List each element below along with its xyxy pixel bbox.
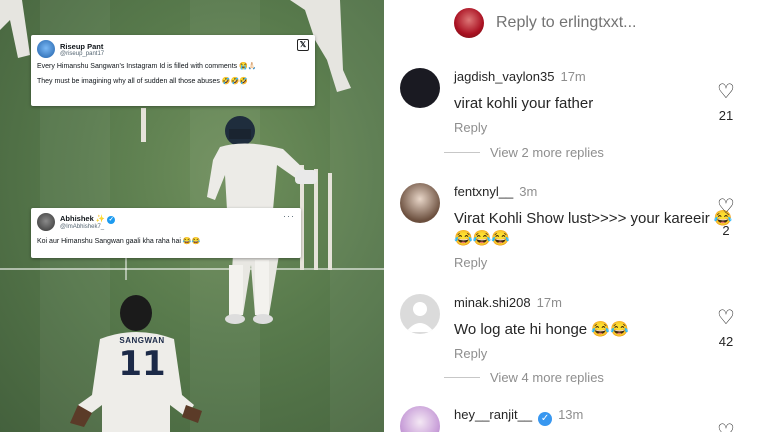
- view-more-replies[interactable]: View 4 more replies: [444, 370, 604, 385]
- comment-time: 17m: [536, 295, 562, 310]
- like-heart-icon[interactable]: ♡: [716, 82, 736, 102]
- stump-far: [141, 108, 146, 142]
- comment-item: fentxnyl__ 3m Virat Kohli Show lust>>>> y…: [400, 183, 760, 273]
- like-heart-icon[interactable]: ♡: [716, 197, 736, 217]
- reply-button[interactable]: Reply: [454, 120, 734, 135]
- tweet-card[interactable]: Abhishek ✨ ✓ @ImAbhishek7_ ··· Koi aur H…: [31, 208, 301, 258]
- comment-username[interactable]: jagdish_vaylon35: [454, 69, 554, 84]
- view-more-replies-label: View 4 more replies: [490, 370, 604, 385]
- tweet-author-handle: @riseup_pant17: [60, 50, 105, 57]
- tweet-text: Koi aur Himanshu Sangwan gaali kha raha …: [37, 238, 201, 245]
- avatar[interactable]: [400, 183, 440, 223]
- comment-text: virat kohli your father: [454, 95, 594, 112]
- avatar: [454, 8, 484, 38]
- reply-input[interactable]: Reply to erlingtxxt...: [496, 14, 637, 32]
- reply-bar[interactable]: Reply to erlingtxxt...: [454, 8, 637, 38]
- avatar[interactable]: [400, 68, 440, 108]
- comments-panel: Reply to erlingtxxt... jagdish_vaylon35 1…: [384, 0, 768, 432]
- tweet-text: They must be imagining why all of sudden…: [37, 78, 248, 85]
- like-heart-icon[interactable]: ♡: [716, 308, 736, 328]
- comment-item: jagdish_vaylon35 17m virat kohli your fat…: [400, 68, 760, 138]
- avatar: [37, 40, 55, 58]
- comment-text: Wo log ate hi honge 😂😂: [454, 321, 629, 338]
- avatar: [37, 213, 55, 231]
- default-avatar-icon[interactable]: [400, 294, 440, 334]
- divider: [444, 152, 480, 153]
- comment-username[interactable]: hey__ranjit__: [454, 407, 532, 422]
- like-count: 42: [718, 334, 734, 349]
- more-options-icon[interactable]: ···: [283, 211, 295, 221]
- comment-time: 13m: [558, 407, 584, 422]
- tweet-author-handle: @ImAbhishek7_: [60, 223, 105, 230]
- verified-badge-icon: ✓: [538, 412, 553, 426]
- comment-item: hey__ranjit__ ✓ 13m ♡: [400, 406, 760, 432]
- match-photo: SANGWAN 11 Riseup Pant @riseup_pant17 𝕏 …: [0, 0, 384, 432]
- like-count: 2: [722, 223, 730, 238]
- view-more-replies[interactable]: View 2 more replies: [444, 145, 604, 160]
- reply-button[interactable]: Reply: [454, 346, 734, 361]
- tweet-author-emoji: ✨: [95, 214, 106, 224]
- comment-item: minak.shi208 17m Wo log ate hi honge 😂😂 R…: [400, 294, 760, 364]
- verified-badge-icon: ✓: [107, 215, 116, 224]
- avatar[interactable]: [400, 406, 440, 432]
- comment-username[interactable]: fentxnyl__: [454, 184, 513, 199]
- comment-text: Virat Kohli Show lust>>>> your kareeir 😂…: [454, 210, 733, 247]
- tweet-author-name: Riseup Pant: [60, 41, 104, 51]
- like-heart-icon[interactable]: ♡: [716, 422, 736, 432]
- tweet-card[interactable]: Riseup Pant @riseup_pant17 𝕏 Every Himan…: [31, 35, 315, 106]
- jersey-number: 11: [118, 344, 166, 384]
- reply-button[interactable]: Reply: [454, 255, 734, 270]
- tweet-text: Every Himanshu Sangwan's Instagram Id is…: [37, 63, 257, 70]
- tweet-author-name: Abhishek: [60, 214, 94, 224]
- like-count: 21: [718, 108, 734, 123]
- comment-time: 3m: [519, 184, 538, 199]
- x-logo-icon: 𝕏: [297, 39, 309, 51]
- divider: [444, 377, 480, 378]
- comment-username[interactable]: minak.shi208: [454, 295, 531, 310]
- view-more-replies-label: View 2 more replies: [490, 145, 604, 160]
- comment-time: 17m: [560, 69, 586, 84]
